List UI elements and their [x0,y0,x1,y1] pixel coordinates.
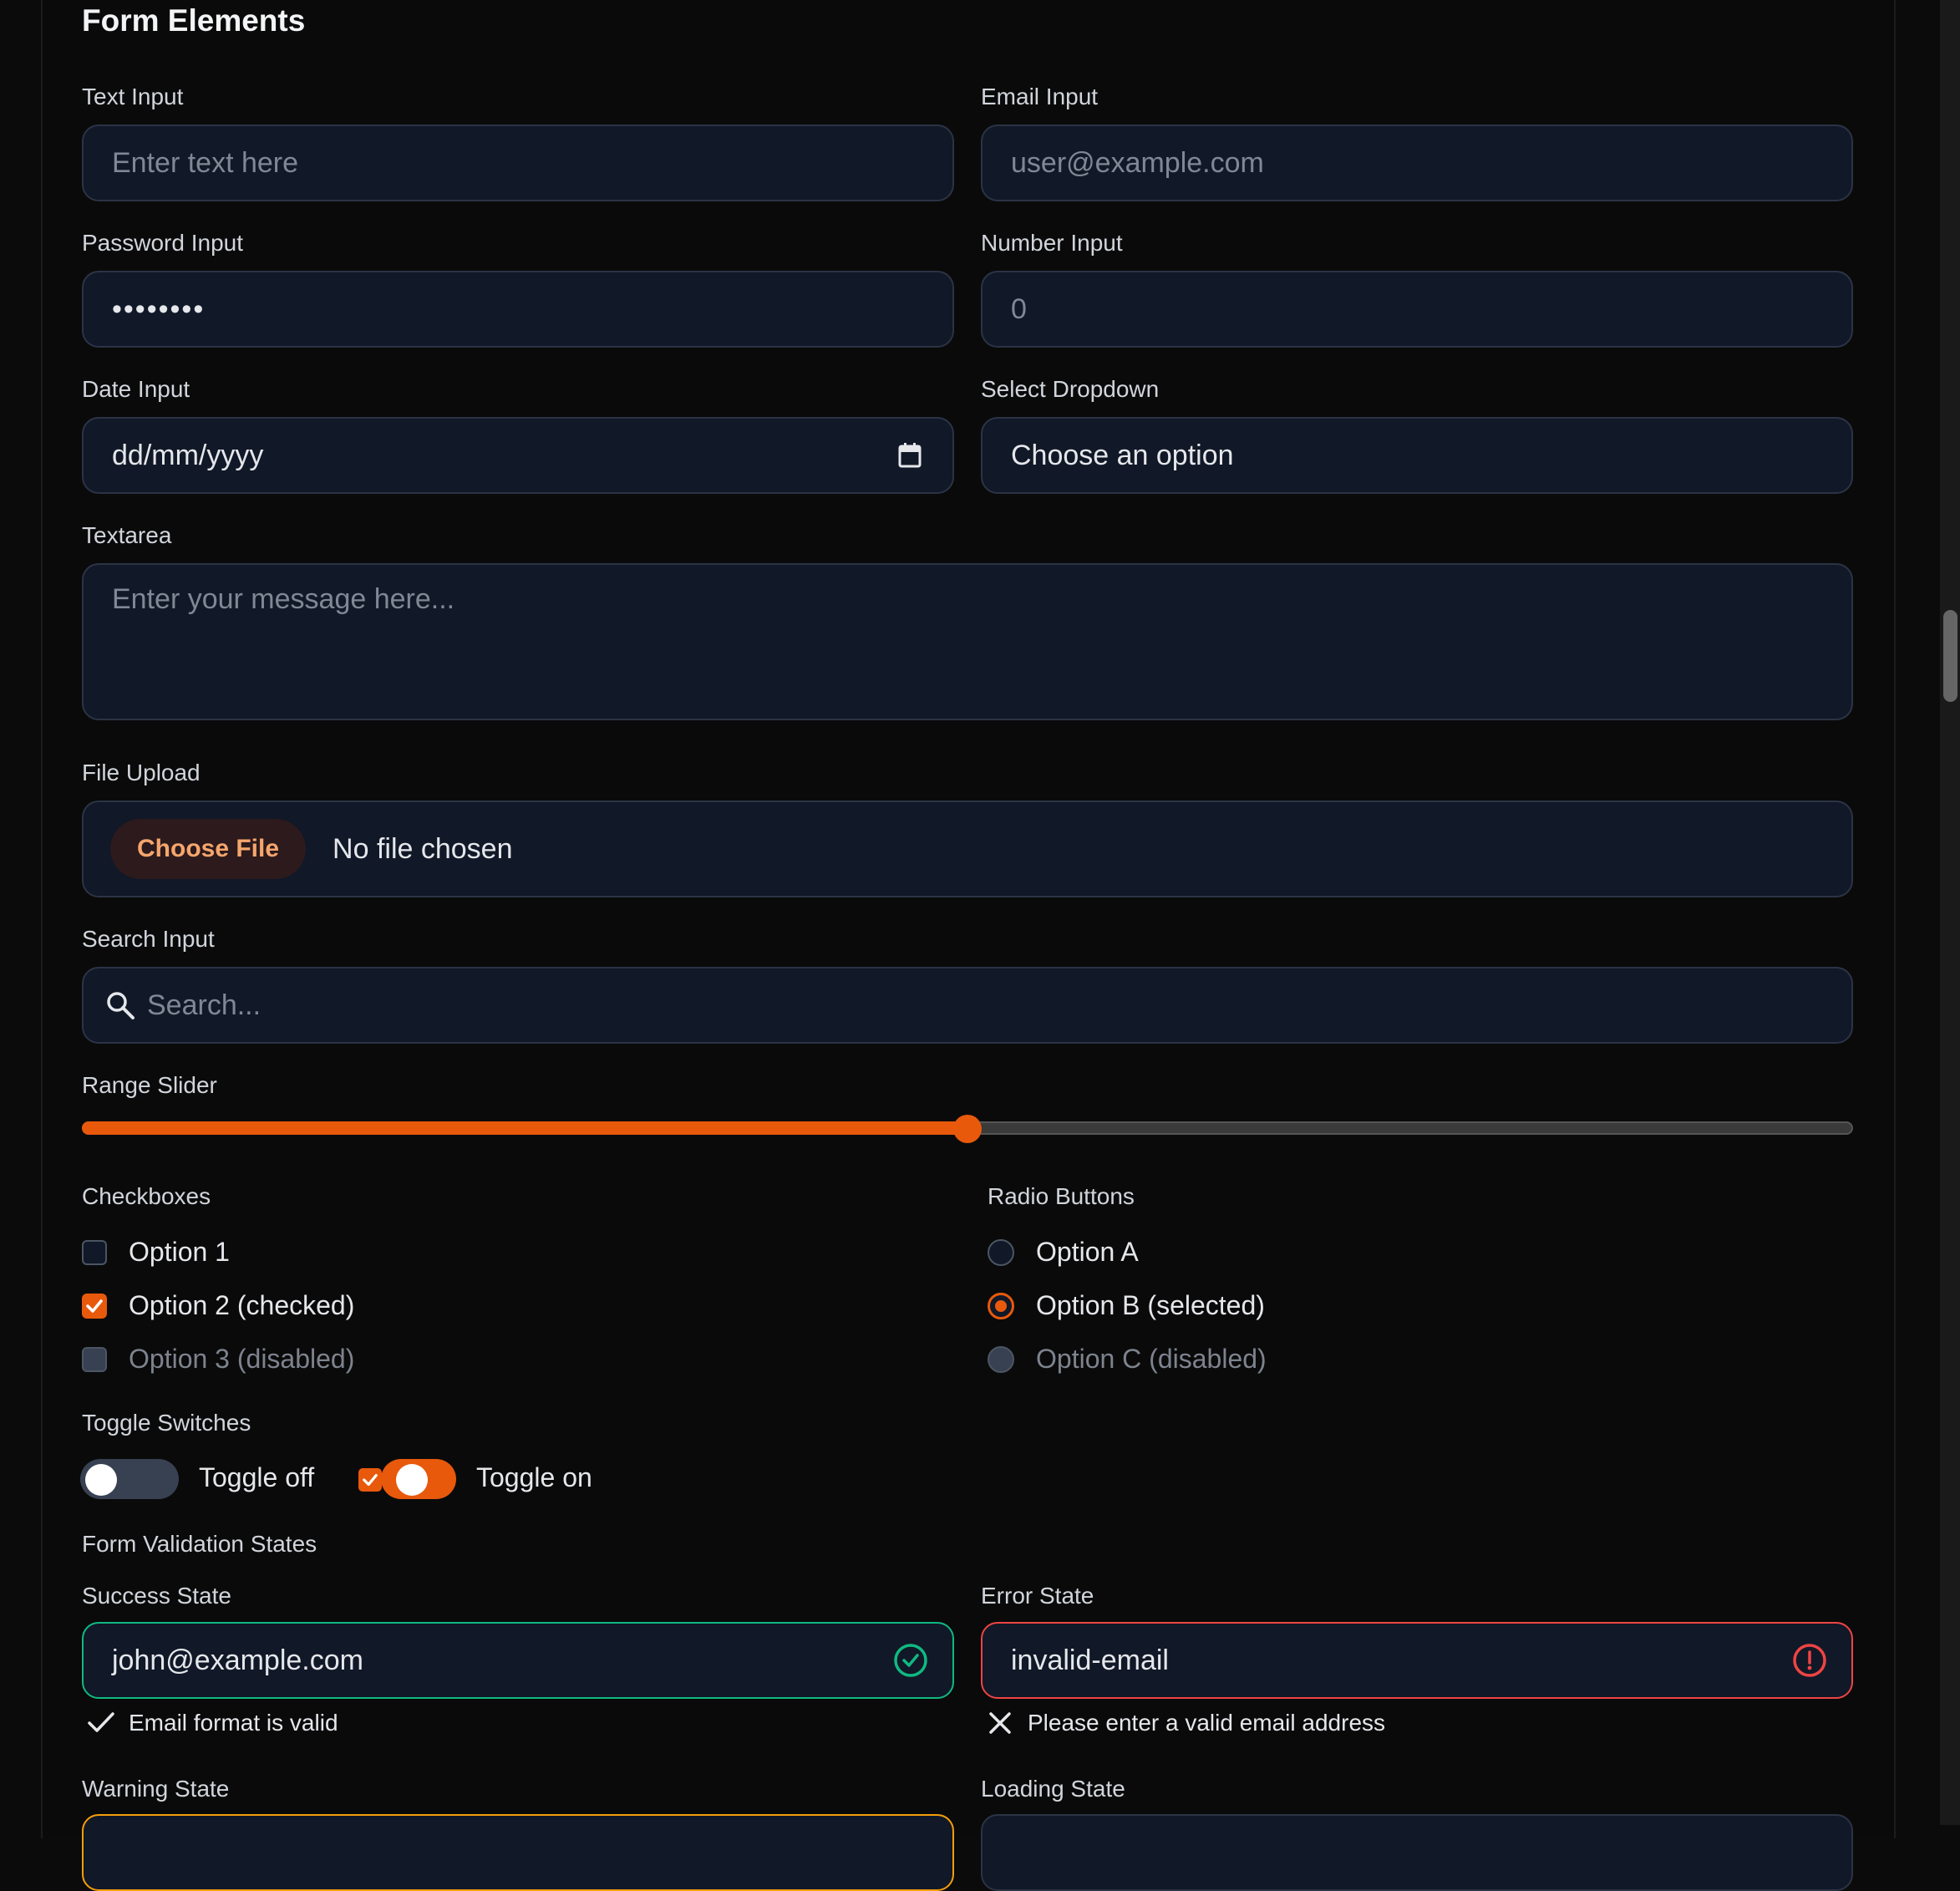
textarea-label: Textarea [82,522,172,548]
select-value: Choose an option [1011,439,1234,471]
checkbox[interactable] [82,1239,107,1265]
x-icon [989,1712,1011,1734]
alert-circle-icon [1791,1642,1828,1686]
file-upload-status: No file chosen [333,832,513,865]
search-input-label: Search Input [82,926,215,952]
toggle-knob [85,1464,117,1496]
file-upload-field[interactable]: Choose File No file chosen [82,801,1853,897]
number-input-placeholder: 0 [1011,292,1027,325]
success-message: Email format is valid [87,1710,338,1736]
success-message-text: Email format is valid [129,1710,338,1736]
toggle-off-switch[interactable] [80,1459,179,1499]
toggle-on-checkbox[interactable] [358,1468,382,1492]
loading-input[interactable] [981,1814,1853,1891]
toggle-knob [396,1464,428,1496]
checkbox-option-2[interactable]: Option 2 (checked) [82,1290,354,1321]
radio-label: Option B (selected) [1036,1290,1265,1320]
email-input-label: Email Input [981,84,1099,109]
search-input[interactable]: Search... [82,967,1853,1044]
range-slider-fill [82,1121,967,1135]
password-value: •••••••• [112,292,206,325]
check-circle-icon [892,1642,929,1686]
warning-state-label: Warning State [82,1776,230,1802]
checkbox-checked[interactable] [82,1293,107,1319]
checkmark-icon [363,1473,378,1487]
checkbox-option-1[interactable]: Option 1 [82,1237,230,1268]
range-slider-thumb[interactable] [953,1115,982,1143]
message-textarea[interactable]: Enter your message here... [82,563,1853,720]
radio-label: Option C (disabled) [1036,1344,1267,1374]
checkboxes-label: Checkboxes [82,1183,211,1209]
checkbox-option-3: Option 3 (disabled) [82,1344,354,1375]
checkbox-label: Option 2 (checked) [129,1290,355,1320]
toggle-on-label: Toggle on [476,1462,592,1492]
success-state-label: Success State [82,1583,231,1609]
toggle-off-label: Toggle off [199,1462,315,1492]
radio-option-a[interactable]: Option A [988,1237,1139,1268]
text-input-label: Text Input [82,84,184,109]
range-slider-label: Range Slider [82,1072,217,1098]
checkbox-disabled [82,1346,107,1372]
checkbox-label: Option 1 [129,1237,230,1267]
search-icon [105,990,135,1020]
scrollbar-thumb[interactable] [1943,610,1957,702]
scrollbar-track[interactable] [1940,0,1960,1825]
radio-disabled [988,1345,1014,1373]
number-input[interactable]: 0 [981,271,1853,348]
password-input[interactable]: •••••••• [82,271,954,348]
radio-option-b[interactable]: Option B (selected) [988,1290,1265,1321]
error-message-text: Please enter a valid email address [1028,1710,1386,1736]
date-input-value: dd/mm/yyyy [112,439,264,471]
checkbox-label: Option 3 (disabled) [129,1344,355,1374]
check-icon [88,1712,114,1732]
error-state-label: Error State [981,1583,1094,1609]
date-input-label: Date Input [82,376,190,402]
radio-buttons-label: Radio Buttons [988,1183,1135,1209]
error-email-input[interactable]: invalid-email [981,1622,1853,1699]
number-input-label: Number Input [981,230,1123,256]
file-upload-label: File Upload [82,760,201,785]
error-message: Please enter a valid email address [988,1710,1385,1736]
success-input-value: john@example.com [112,1644,363,1676]
choose-file-button[interactable]: Choose File [110,819,307,879]
section-title: Form Elements [82,3,306,38]
text-input-placeholder: Enter text here [112,146,299,179]
toggle-switches-label: Toggle Switches [82,1410,251,1436]
error-input-value: invalid-email [1011,1644,1169,1676]
radio-option-c: Option C (disabled) [988,1344,1267,1375]
radio[interactable] [988,1238,1014,1266]
toggle-on-switch[interactable] [381,1459,456,1499]
success-email-input[interactable]: john@example.com [82,1622,954,1699]
radio-label: Option A [1036,1237,1139,1267]
checkmark-icon [86,1299,103,1313]
email-input[interactable]: user@example.com [981,125,1853,201]
email-input-placeholder: user@example.com [1011,146,1264,179]
search-placeholder: Search... [147,989,262,1021]
loading-state-label: Loading State [981,1776,1125,1802]
password-input-label: Password Input [82,230,243,256]
date-input[interactable]: dd/mm/yyyy [82,417,954,494]
text-input[interactable]: Enter text here [82,125,954,201]
select-dropdown-label: Select Dropdown [981,376,1160,402]
calendar-icon[interactable] [897,442,922,476]
radio-selected[interactable] [988,1292,1014,1319]
textarea-placeholder: Enter your message here... [112,583,455,615]
validation-states-label: Form Validation States [82,1531,317,1557]
warning-input[interactable] [82,1814,954,1891]
select-dropdown[interactable]: Choose an option [981,417,1853,494]
